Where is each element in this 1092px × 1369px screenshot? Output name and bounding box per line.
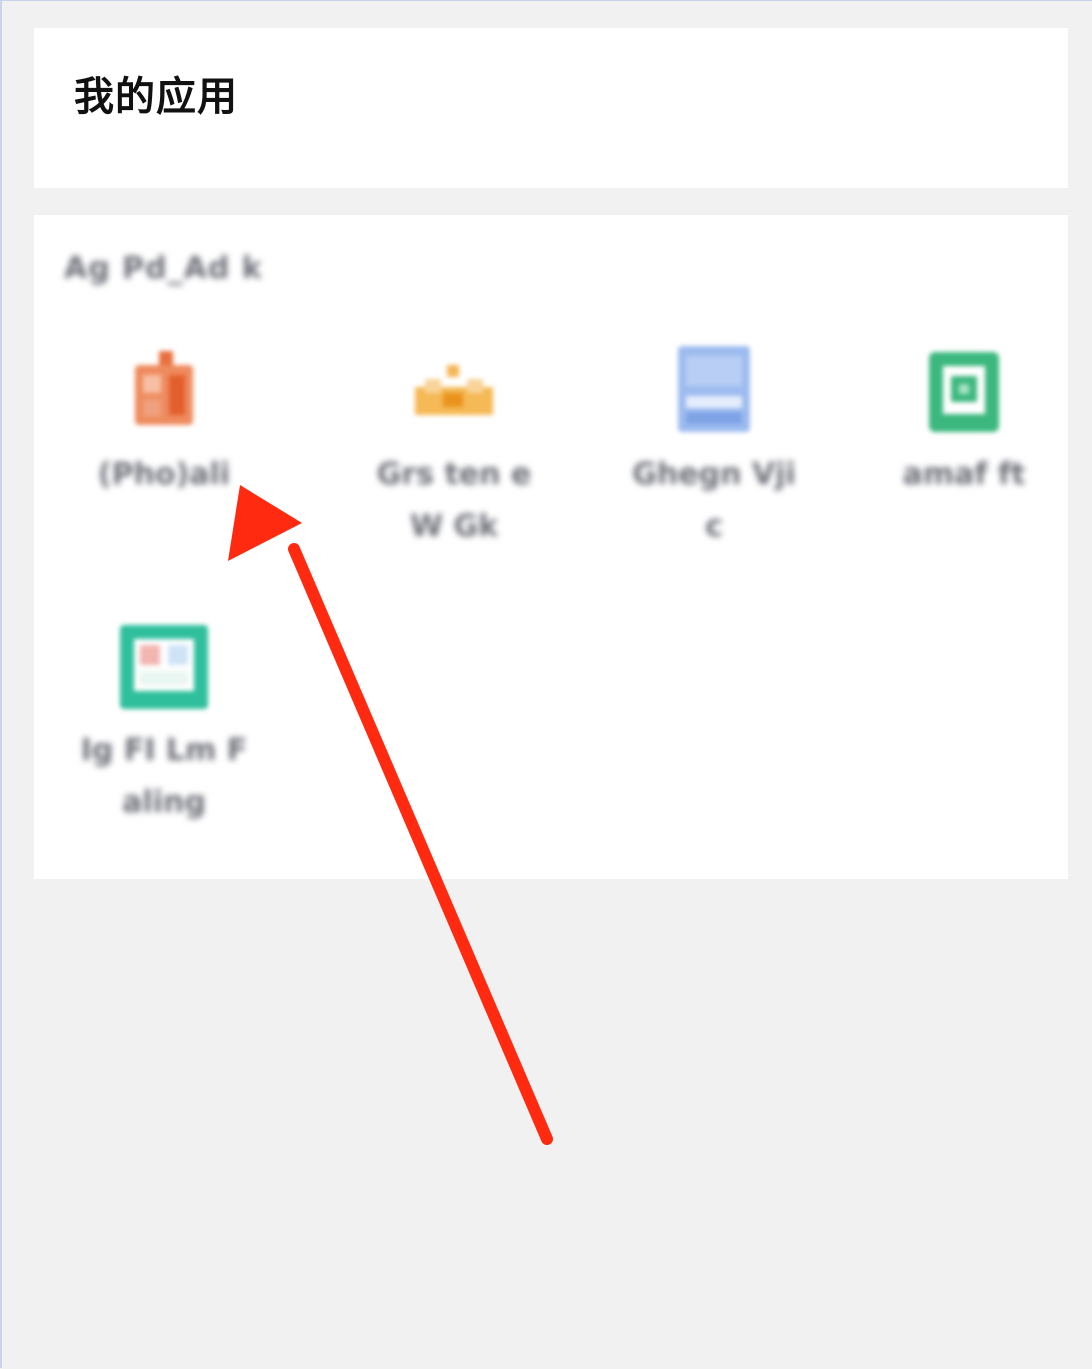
page-title: 我的应用 xyxy=(74,74,238,120)
app-name: Ghegn Vjic xyxy=(632,457,796,544)
teal-app-icon xyxy=(116,619,212,715)
app-tile-4[interactable]: amaf ft xyxy=(874,343,1054,501)
app-name: (Pho)ali xyxy=(97,457,231,492)
apps-card: Ag Pd_Ad k (Pho)ali Grs ten e W Gk Ghegn… xyxy=(34,215,1068,879)
crown-icon xyxy=(406,343,502,439)
title-card: 我的应用 xyxy=(34,28,1068,188)
orange-app-icon xyxy=(116,343,212,439)
app-tile-5[interactable]: Ig FI Lm Faling xyxy=(74,619,254,829)
app-name: Grs ten e W Gk xyxy=(376,457,532,544)
app-name: amaf ft xyxy=(902,457,1026,492)
app-group-label: Ag Pd_Ad k xyxy=(64,251,263,286)
app-name: Ig FI Lm Faling xyxy=(80,733,248,820)
blue-app-icon xyxy=(666,343,762,439)
app-tile-1[interactable]: (Pho)ali xyxy=(74,343,254,501)
app-tile-3[interactable]: Ghegn Vjic xyxy=(624,343,804,553)
green-app-icon xyxy=(916,343,1012,439)
app-tile-2[interactable]: Grs ten e W Gk xyxy=(364,343,544,553)
